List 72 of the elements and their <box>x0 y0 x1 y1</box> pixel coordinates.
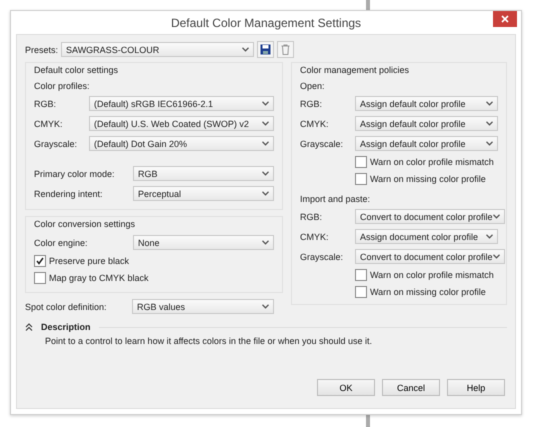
section-label: Open: <box>300 81 326 91</box>
checkbox[interactable] <box>355 286 367 298</box>
dropdown[interactable]: (Default) sRGB IEC61966-2.1 <box>89 96 274 111</box>
dropdown[interactable]: (Default) U.S. Web Coated (SWOP) v2 <box>89 116 274 131</box>
checkbox[interactable] <box>34 272 46 284</box>
dropdown[interactable]: (Default) Dot Gain 20% <box>89 136 274 151</box>
dropdown-caret-icon <box>262 191 269 196</box>
group-title: Color conversion settings <box>34 219 136 229</box>
field-label: RGB: <box>300 98 324 108</box>
checkbox-label: Warn on missing color profile <box>370 174 486 184</box>
section-label: Color profiles: <box>34 81 91 91</box>
checkmark-icon <box>36 257 44 265</box>
group-title: Default color settings <box>34 65 120 75</box>
checkbox[interactable] <box>355 156 367 168</box>
close-button[interactable] <box>493 11 517 27</box>
checkbox-label: Warn on missing color profile <box>370 287 486 297</box>
window-title: Default Color Management Settings <box>170 16 362 30</box>
dropdown[interactable]: Assign default color profile <box>355 136 498 151</box>
checkbox[interactable] <box>355 269 367 281</box>
field-label: Grayscale: <box>300 252 344 262</box>
dropdown-caret-icon <box>486 141 493 146</box>
dropdown[interactable]: RGB <box>133 166 274 181</box>
save-button[interactable] <box>257 41 274 58</box>
dropdown[interactable]: None <box>133 235 274 250</box>
section-title: Description <box>41 322 91 332</box>
description-text: Point to a control to learn how it affects colors in the file or when you should use it. <box>45 336 374 346</box>
dropdown-caret-icon <box>262 121 269 126</box>
checkbox-label: Warn on color profile mismatch <box>370 157 494 167</box>
field-label: Rendering intent: <box>34 188 104 198</box>
checkbox[interactable] <box>355 173 367 185</box>
dialog-button[interactable]: OK <box>317 379 375 396</box>
collapse-icon[interactable] <box>25 323 33 331</box>
field-label: RGB: <box>300 212 324 222</box>
field-label: Color engine: <box>34 238 89 248</box>
trash-can-icon <box>281 44 290 55</box>
dropdown-caret-icon <box>262 101 269 106</box>
field-label: CMYK: <box>34 118 64 128</box>
checkbox[interactable] <box>34 255 46 267</box>
dropdown-caret-icon <box>242 47 250 52</box>
checkbox-label: Warn on color profile mismatch <box>370 270 494 280</box>
field-label: Primary color mode: <box>34 168 116 178</box>
field-label: CMYK: <box>300 118 330 128</box>
dropdown-caret-icon <box>486 101 493 106</box>
checkbox-label: Map gray to CMYK black <box>49 273 149 283</box>
field-label: Spot color definition: <box>25 302 108 312</box>
dropdown-caret-icon <box>486 234 493 239</box>
dropdown[interactable]: Perceptual <box>133 186 274 201</box>
dropdown[interactable]: Assign default color profile <box>355 116 498 131</box>
dropdown[interactable]: Convert to document color profile <box>355 209 505 224</box>
dropdown[interactable]: SAWGRASS-COLOUR <box>61 42 254 57</box>
dropdown[interactable]: Assign document color profile <box>355 229 498 244</box>
dropdown[interactable]: Convert to document color profile <box>355 249 505 264</box>
dropdown-caret-icon <box>492 214 500 219</box>
section-label: Import and paste: <box>300 194 372 204</box>
field-label: CMYK: <box>300 232 330 242</box>
dialog-button[interactable]: Cancel <box>382 379 440 396</box>
dialog-button[interactable]: Help <box>447 379 505 396</box>
dropdown-caret-icon <box>262 171 269 176</box>
field-label: Grayscale: <box>34 138 78 148</box>
checkbox-label: Preserve pure black <box>49 256 130 266</box>
dropdown-caret-icon <box>262 304 269 309</box>
field-label: Presets: <box>25 44 58 54</box>
dropdown-caret-icon <box>262 240 269 245</box>
group-title: Color management policies <box>300 65 410 75</box>
field-label: Grayscale: <box>300 138 344 148</box>
dropdown-caret-icon <box>492 254 500 259</box>
dropdown-caret-icon <box>262 141 269 146</box>
dropdown[interactable]: RGB values <box>132 299 274 314</box>
field-label: RGB: <box>34 98 58 108</box>
dropdown-caret-icon <box>486 121 493 126</box>
dropdown[interactable]: Assign default color profile <box>355 96 498 111</box>
close-icon <box>501 15 509 23</box>
